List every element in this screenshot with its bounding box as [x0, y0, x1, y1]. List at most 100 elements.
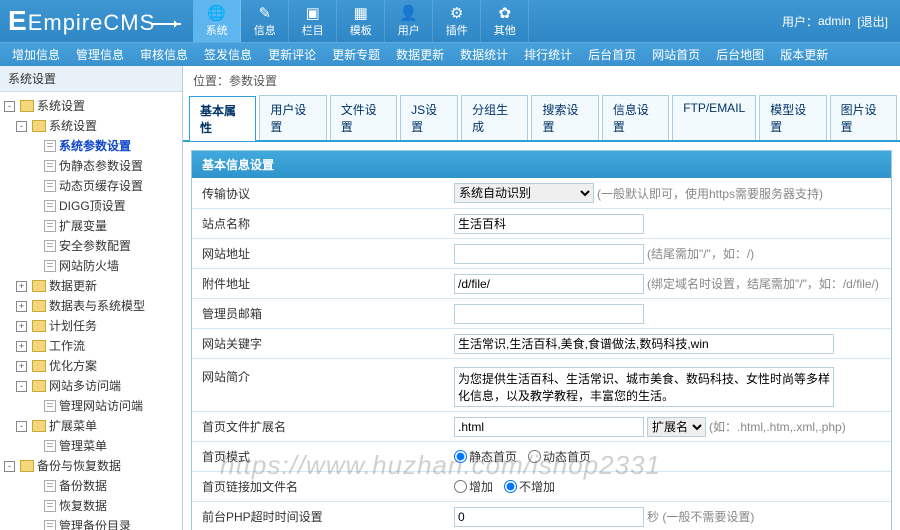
file-icon	[44, 260, 56, 272]
tree-toggle-icon[interactable]: +	[16, 361, 27, 372]
tree-item[interactable]: -系统设置	[2, 96, 180, 116]
breadcrumb: 位置：参数设置	[183, 66, 900, 95]
topnav-插件[interactable]: ⚙插件	[433, 0, 481, 42]
tree-item[interactable]: +计划任务	[2, 316, 180, 336]
tree-item[interactable]: 恢复数据	[2, 496, 180, 516]
tree-item[interactable]: DIGG顶设置	[2, 196, 180, 216]
tree-item[interactable]: 备份数据	[2, 476, 180, 496]
tree-item[interactable]: -扩展菜单	[2, 416, 180, 436]
tree-item[interactable]: 扩展变量	[2, 216, 180, 236]
row-file-url: 附件地址 (绑定域名时设置，结尾需加"/"，如：/d/file/)	[192, 268, 891, 298]
row-keywords: 网站关键字	[192, 328, 891, 358]
tab-7[interactable]: FTP/EMAIL	[672, 95, 756, 140]
tree-item[interactable]: +优化方案	[2, 356, 180, 376]
subnav-item[interactable]: 后台地图	[708, 46, 772, 63]
tab-0[interactable]: 基本属性	[189, 96, 256, 141]
logout-link[interactable]: [退出]	[857, 13, 888, 30]
tab-9[interactable]: 图片设置	[830, 95, 897, 140]
subnav-item[interactable]: 网站首页	[644, 46, 708, 63]
folder-icon	[32, 380, 46, 392]
radio-static[interactable]: 静态首页	[454, 448, 517, 465]
top-header: EEmpireCMS 🌐系统✎信息▣栏目▦模板👤用户⚙插件✿其他 用户： adm…	[0, 0, 900, 42]
panel-title: 基本信息设置	[192, 151, 891, 178]
tab-8[interactable]: 模型设置	[759, 95, 826, 140]
subnav-item[interactable]: 签发信息	[196, 46, 260, 63]
intro-textarea[interactable]: 为您提供生活百科、生活常识、城市美食、数码科技、女性时尚等多样化信息，以及教学教…	[454, 367, 834, 407]
nav-icon: ✿	[495, 4, 515, 22]
tree-item[interactable]: -网站多访问端	[2, 376, 180, 396]
radio-dynamic[interactable]: 动态首页	[528, 448, 591, 465]
file-icon	[44, 440, 56, 452]
nav-icon: 👤	[399, 4, 419, 22]
subnav-item[interactable]: 更新专题	[324, 46, 388, 63]
protocol-select[interactable]: 系统自动识别	[454, 183, 594, 203]
tree-item[interactable]: -系统设置	[2, 116, 180, 136]
tree-item[interactable]: 伪静态参数设置	[2, 156, 180, 176]
topnav-模板[interactable]: ▦模板	[337, 0, 385, 42]
tree-toggle-icon[interactable]: +	[16, 321, 27, 332]
tree-item[interactable]: +工作流	[2, 336, 180, 356]
tab-6[interactable]: 信息设置	[602, 95, 669, 140]
tab-1[interactable]: 用户设置	[259, 95, 326, 140]
subnav-item[interactable]: 后台首页	[580, 46, 644, 63]
tree-toggle-icon[interactable]: -	[16, 121, 27, 132]
nav-icon: ▣	[303, 4, 323, 22]
folder-icon	[20, 100, 34, 112]
sub-nav: 增加信息管理信息审核信息签发信息更新评论更新专题数据更新数据统计排行统计后台首页…	[0, 42, 900, 66]
topnav-栏目[interactable]: ▣栏目	[289, 0, 337, 42]
tree-item[interactable]: +数据表与系统模型	[2, 296, 180, 316]
file-url-input[interactable]	[454, 274, 644, 294]
subnav-item[interactable]: 数据统计	[452, 46, 516, 63]
subnav-item[interactable]: 数据更新	[388, 46, 452, 63]
tree-item[interactable]: -备份与恢复数据	[2, 456, 180, 476]
keywords-input[interactable]	[454, 334, 834, 354]
topnav-系统[interactable]: 🌐系统	[193, 0, 241, 42]
brand-logo: EEmpireCMS	[0, 5, 193, 37]
radio-link-noadd[interactable]: 不增加	[504, 478, 555, 495]
file-icon	[44, 240, 56, 252]
admin-email-input[interactable]	[454, 304, 644, 324]
settings-panel: 基本信息设置 传输协议 系统自动识别 (一般默认即可，使用https需要服务器支…	[191, 150, 892, 530]
index-ext-select[interactable]: 扩展名	[647, 417, 706, 437]
tree-item[interactable]: 管理菜单	[2, 436, 180, 456]
subnav-item[interactable]: 排行统计	[516, 46, 580, 63]
tree-item[interactable]: 网站防火墙	[2, 256, 180, 276]
file-icon	[44, 480, 56, 492]
nav-icon: ▦	[351, 4, 371, 22]
front-timeout-input[interactable]	[454, 507, 644, 527]
folder-icon	[32, 360, 46, 372]
subnav-item[interactable]: 管理信息	[68, 46, 132, 63]
file-icon	[44, 500, 56, 512]
site-name-input[interactable]	[454, 214, 644, 234]
tree-item[interactable]: 管理网站访问端	[2, 396, 180, 416]
subnav-item[interactable]: 增加信息	[4, 46, 68, 63]
index-ext-input[interactable]	[454, 417, 644, 437]
tab-4[interactable]: 分组生成	[461, 95, 528, 140]
tree-toggle-icon[interactable]: -	[4, 101, 15, 112]
tree-item[interactable]: 动态页缓存设置	[2, 176, 180, 196]
topnav-用户[interactable]: 👤用户	[385, 0, 433, 42]
tree-toggle-icon[interactable]: -	[4, 461, 15, 472]
tab-2[interactable]: 文件设置	[330, 95, 397, 140]
folder-icon	[32, 280, 46, 292]
tree-toggle-icon[interactable]: -	[16, 381, 27, 392]
subnav-item[interactable]: 更新评论	[260, 46, 324, 63]
tree-toggle-icon[interactable]: +	[16, 281, 27, 292]
tree-item[interactable]: 系统参数设置	[2, 136, 180, 156]
tab-5[interactable]: 搜索设置	[531, 95, 598, 140]
tree-toggle-icon[interactable]: +	[16, 341, 27, 352]
tab-3[interactable]: JS设置	[400, 95, 458, 140]
tree-item[interactable]: +数据更新	[2, 276, 180, 296]
topnav-其他[interactable]: ✿其他	[481, 0, 529, 42]
nav-icon: 🌐	[207, 4, 227, 22]
topnav-信息[interactable]: ✎信息	[241, 0, 289, 42]
tree-item[interactable]: 安全参数配置	[2, 236, 180, 256]
user-box: 用户： admin [退出]	[782, 0, 888, 42]
subnav-item[interactable]: 审核信息	[132, 46, 196, 63]
tree-item[interactable]: 管理备份目录	[2, 516, 180, 530]
radio-link-add[interactable]: 增加	[454, 478, 493, 495]
tree-toggle-icon[interactable]: -	[16, 421, 27, 432]
tree-toggle-icon[interactable]: +	[16, 301, 27, 312]
site-url-input[interactable]	[454, 244, 644, 264]
subnav-item[interactable]: 版本更新	[772, 46, 836, 63]
